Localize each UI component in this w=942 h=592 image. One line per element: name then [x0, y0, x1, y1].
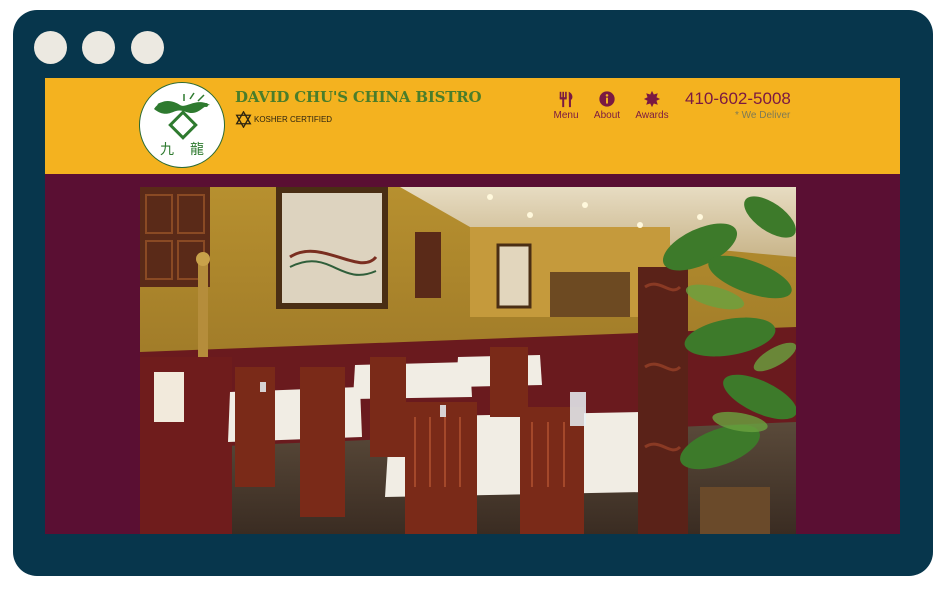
- delivery-note: * We Deliver: [735, 110, 791, 121]
- page-viewport: 九 龍 DAVID CHU'S CHINA BISTRO KOSHER CERT…: [45, 78, 900, 534]
- browser-window: 九 龍 DAVID CHU'S CHINA BISTRO KOSHER CERT…: [13, 10, 933, 576]
- nav-about-label: About: [593, 110, 621, 121]
- nav-awards[interactable]: Awards: [635, 90, 669, 121]
- site-header: 九 龍 DAVID CHU'S CHINA BISTRO KOSHER CERT…: [45, 78, 900, 174]
- kosher-certified: KOSHER CERTIFIED: [235, 111, 332, 128]
- restaurant-interior-image: [140, 187, 796, 534]
- hero-image: [140, 187, 796, 534]
- phone-number[interactable]: 410-602-5008: [685, 89, 791, 109]
- nav-menu-label: Menu: [553, 110, 579, 121]
- award-badge-icon: [643, 90, 661, 108]
- nav-awards-label: Awards: [635, 110, 669, 121]
- nav-menu[interactable]: Menu: [553, 90, 579, 121]
- window-control-dot[interactable]: [131, 31, 164, 64]
- logo[interactable]: 九 龍: [139, 82, 225, 168]
- utensils-icon: [559, 91, 573, 108]
- info-icon: [599, 91, 615, 107]
- nav-about[interactable]: About: [592, 90, 622, 121]
- logo-character: 九: [160, 142, 174, 158]
- window-control-dot[interactable]: [34, 31, 67, 64]
- logo-character: 龍: [190, 141, 204, 158]
- kosher-label: KOSHER CERTIFIED: [254, 115, 333, 124]
- window-control-dot[interactable]: [82, 31, 115, 64]
- dragon-logo-icon: 九 龍: [154, 92, 210, 158]
- star-of-david-icon: [235, 111, 252, 128]
- brand-name[interactable]: DAVID CHU'S CHINA BISTRO: [235, 88, 482, 106]
